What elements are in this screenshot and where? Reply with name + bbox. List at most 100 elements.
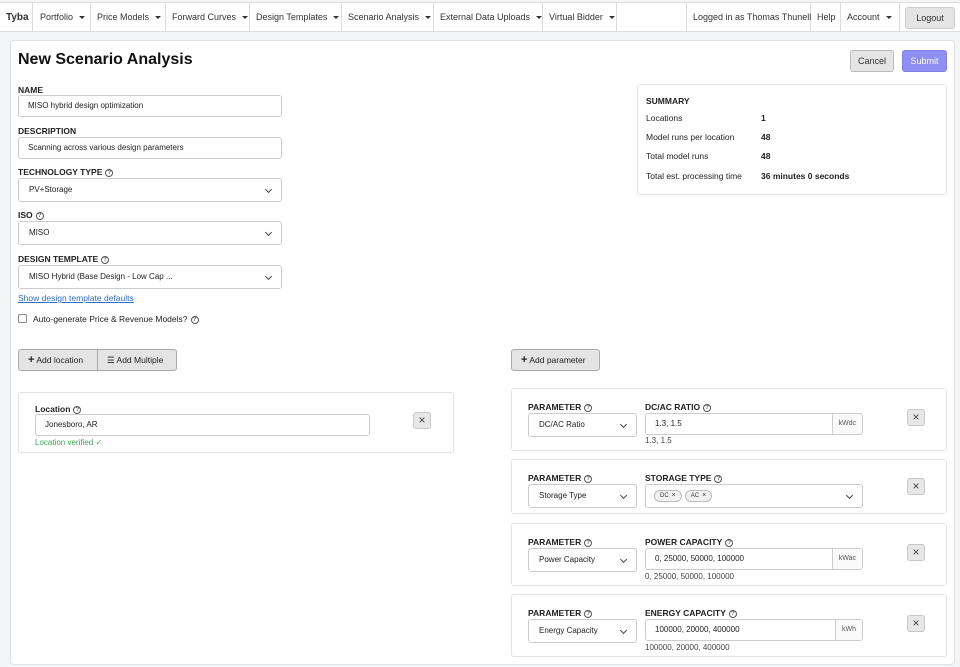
energy-capacity-label: ENERGY CAPACITY? [645,608,737,618]
energy-capacity-input[interactable]: 100000, 20000, 400000 kWh [645,619,863,641]
logout-button[interactable]: Logout [905,7,955,29]
nav-help[interactable]: Help [811,3,841,32]
dcac-ratio-label: DC/AC RATIO? [645,402,712,412]
nav-external-data-uploads[interactable]: External Data Uploads [434,3,543,32]
help-circle-icon[interactable]: ? [101,255,110,264]
remove-parameter-button[interactable]: × [907,409,925,426]
nav-forward-curves[interactable]: Forward Curves [166,3,250,32]
parameter-select[interactable]: DC/AC Ratio [528,413,637,437]
parameter-label: PARAMETER? [528,608,593,618]
name-label: NAME [18,85,44,95]
cancel-button[interactable]: Cancel [850,50,894,72]
plus-icon: + [28,354,35,366]
add-parameter-button[interactable]: + Add parameter [511,349,600,371]
nav-portfolio[interactable]: Portfolio [34,3,91,32]
close-icon: × [912,545,920,559]
name-input[interactable]: MISO hybrid design optimization [18,95,282,117]
caret-down-icon [425,16,432,20]
description-input[interactable]: Scanning across various design parameter… [18,137,282,159]
parameter-select[interactable]: Energy Capacity [528,619,637,643]
page-title: New Scenario Analysis [18,51,193,68]
power-capacity-input[interactable]: 0, 25000, 50000, 100000 kWac [645,548,863,570]
top-nav: Tyba Portfolio Price Models Forward Curv… [0,2,960,32]
close-icon: × [912,616,920,630]
help-circle-icon[interactable]: ? [190,315,199,324]
select-value: MISO [29,228,50,237]
close-icon[interactable]: × [702,492,706,499]
parameter-panel: PARAMETER? Storage Type STORAGE TYPE? DC… [511,459,947,514]
select-value: DC/AC Ratio [539,420,585,429]
storage-type-label: STORAGE TYPE? [645,473,723,483]
help-circle-icon[interactable]: ? [584,474,593,483]
help-circle-icon[interactable]: ? [105,168,114,177]
label-text: Location [35,404,71,414]
label-text: PARAMETER [528,473,582,483]
technology-type-select[interactable]: PV+Storage [18,178,282,202]
chevron-down-icon [619,555,628,564]
dcac-ratio-input[interactable]: 1.3, 1.5 kWdc [645,413,863,435]
nav-virtual-bidder[interactable]: Virtual Bidder [543,3,617,32]
nav-label: Forward Curves [172,12,237,22]
autogen-checkbox[interactable] [18,314,27,323]
iso-select[interactable]: MISO [18,221,282,245]
chevron-down-icon [264,185,273,194]
remove-parameter-button[interactable]: × [907,478,925,495]
parameter-panel: PARAMETER? DC/AC Ratio DC/AC RATIO? 1.3,… [511,388,947,451]
storage-type-multiselect[interactable]: DC × AC × [645,484,863,508]
help-circle-icon[interactable]: ? [728,609,737,618]
nav-account[interactable]: Account [841,3,900,32]
nav-design-templates[interactable]: Design Templates [250,3,342,32]
caret-down-icon [79,16,86,20]
remove-location-button[interactable]: × [413,412,431,429]
user-label: Logged in as Thomas Thunell [693,12,812,22]
chevron-down-icon [845,491,854,500]
close-icon: × [912,410,920,424]
label-text: DC/AC RATIO [645,402,701,412]
remove-parameter-button[interactable]: × [907,544,925,561]
summary-title: SUMMARY [646,96,690,106]
help-circle-icon[interactable]: ? [584,609,593,618]
chevron-down-icon [619,626,628,635]
location-input[interactable]: Jonesboro, AR [35,414,370,436]
summary-label: Model runs per location [646,132,735,142]
show-template-defaults-link[interactable]: Show design template defaults [18,293,134,303]
logged-in-user: Logged in as Thomas Thunell [686,3,811,32]
help-circle-icon[interactable]: ? [584,538,593,547]
help-circle-icon[interactable]: ? [35,211,44,220]
nav-price-models[interactable]: Price Models [91,3,166,32]
description-label: DESCRIPTION [18,126,77,136]
label-text: PARAMETER [528,537,582,547]
nav-scenario-analysis[interactable]: Scenario Analysis [342,3,434,32]
plus-icon: + [521,354,528,366]
parameter-select[interactable]: Power Capacity [528,548,637,572]
tag-chip[interactable]: DC × [654,489,682,502]
summary-panel: SUMMARY Locations 1 Model runs per locat… [637,84,947,195]
unit-label: kWdc [831,414,862,434]
button-label: Add parameter [529,355,586,365]
caret-down-icon [536,16,543,20]
submit-button[interactable]: Submit [902,50,947,72]
help-circle-icon[interactable]: ? [584,403,593,412]
add-multiple-button[interactable]: ☰ Add Multiple [97,349,177,371]
design-template-select[interactable]: MISO Hybrid (Base Design - Low Cap ... [18,265,282,289]
brand-logo[interactable]: Tyba [0,3,33,32]
remove-parameter-button[interactable]: × [907,615,925,632]
tag-label: DC [660,492,669,499]
parameter-select[interactable]: Storage Type [528,484,637,508]
location-panel: Location? Jonesboro, AR Location verifie… [18,392,454,453]
help-circle-icon[interactable]: ? [73,405,82,414]
scenario-form-card: New Scenario Analysis Cancel Submit NAME… [10,40,955,665]
summary-value: 1 [761,113,766,123]
caret-down-icon [242,16,249,20]
help-circle-icon[interactable]: ? [714,474,723,483]
summary-value: 36 minutes 0 seconds [761,171,850,181]
nav-label: Scenario Analysis [348,12,420,22]
help-circle-icon[interactable]: ? [725,538,734,547]
add-location-button[interactable]: + Add location [18,349,98,371]
help-circle-icon[interactable]: ? [703,403,712,412]
nav-label: Account [847,12,880,22]
tag-chip[interactable]: AC × [684,489,713,502]
location-label: Location? [35,404,82,414]
iso-label: ISO? [18,210,44,220]
close-icon[interactable]: × [672,492,676,499]
